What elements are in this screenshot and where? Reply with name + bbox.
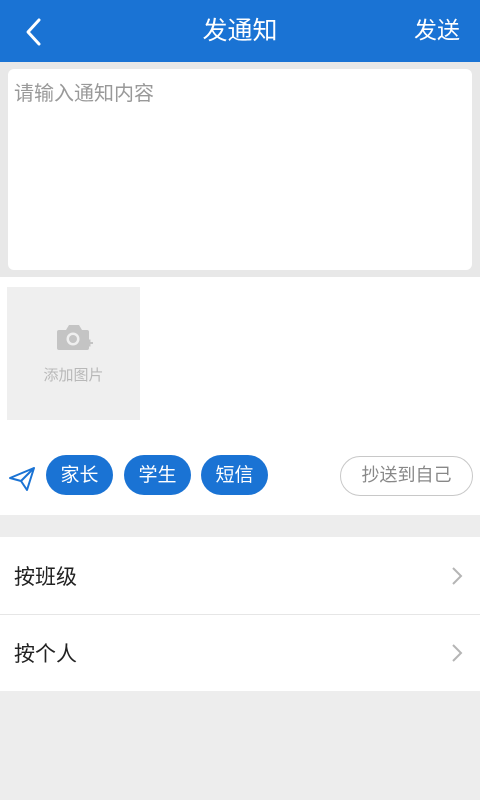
app-bar: 发通知 发送 — [0, 0, 480, 62]
list-item-by-person[interactable]: 按个人 — [0, 614, 480, 691]
add-image-button[interactable]: 添加图片 — [7, 287, 140, 420]
chevron-left-icon — [26, 18, 41, 46]
send-button[interactable]: 发送 — [414, 0, 460, 62]
recipient-chip-sms[interactable]: 短信 — [201, 455, 268, 495]
select-by-list: 按班级 按个人 — [0, 537, 480, 691]
cc-self-button[interactable]: 抄送到自己 — [340, 456, 473, 496]
notice-content-input[interactable] — [8, 69, 472, 270]
recipient-chip-students[interactable]: 学生 — [124, 455, 191, 495]
list-item-by-class[interactable]: 按班级 — [0, 537, 480, 614]
camera-plus-icon — [56, 325, 93, 350]
add-image-label: 添加图片 — [43, 366, 104, 384]
page-title: 发通知 — [202, 16, 278, 45]
back-button[interactable] — [14, 12, 54, 52]
chevron-right-icon — [452, 644, 463, 662]
list-item-label: 按个人 — [14, 642, 77, 666]
chevron-right-icon — [452, 566, 463, 585]
compose-area — [0, 62, 480, 277]
paper-plane-icon — [9, 467, 35, 491]
recipient-chip-parents[interactable]: 家长 — [46, 455, 113, 495]
options-panel: 添加图片 家长 学生 短信 抄送到自己 — [0, 277, 480, 515]
list-item-label: 按班级 — [14, 564, 77, 589]
